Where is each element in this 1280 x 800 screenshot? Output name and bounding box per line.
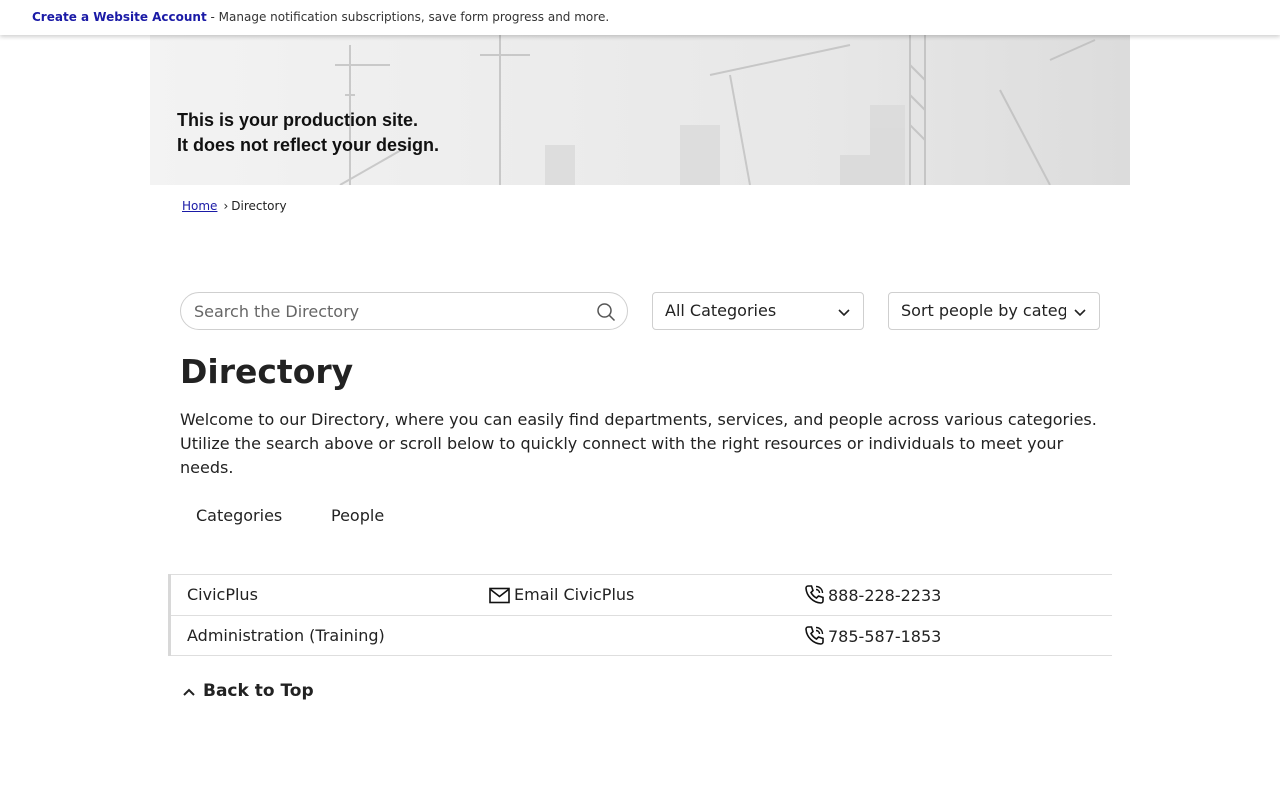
banner-line-2: It does not reflect your design. (177, 135, 440, 155)
chevron-down-icon (838, 309, 850, 317)
production-site-notice: This is your production site. It does no… (177, 108, 439, 158)
back-to-top-link[interactable]: Back to Top (182, 681, 314, 701)
email-link-label: Email CivicPlus (514, 585, 635, 604)
phone-link[interactable]: 888-228-2233 (804, 584, 941, 605)
banner-line-1: This is your production site. (177, 110, 419, 130)
breadcrumb: Home › Directory (182, 199, 287, 213)
category-select-value: All Categories (665, 301, 777, 320)
directory-row: Administration (Training) 785-587-1853 (171, 615, 1112, 656)
directory-entry-name[interactable]: Administration (Training) (187, 626, 385, 645)
chevron-down-icon (1074, 309, 1086, 317)
directory-search-box (180, 292, 628, 330)
phone-link[interactable]: 785-587-1853 (804, 625, 941, 646)
chevron-up-icon (183, 688, 195, 696)
account-bar-message: - Manage notification subscriptions, sav… (206, 10, 610, 24)
tab-categories[interactable]: Categories (196, 506, 282, 525)
phone-icon (805, 585, 824, 604)
create-account-link[interactable]: Create a Website Account (32, 10, 207, 24)
directory-listing: CivicPlus Email CivicPlus 888-228-2233 A… (168, 574, 1112, 656)
directory-row: CivicPlus Email CivicPlus 888-228-2233 (171, 574, 1112, 615)
email-link[interactable]: Email CivicPlus (489, 585, 634, 604)
directory-search-input[interactable] (181, 293, 571, 329)
sort-people-select[interactable]: Sort people by category (888, 292, 1100, 330)
phone-number: 888-228-2233 (828, 586, 942, 605)
tab-people[interactable]: People (331, 506, 384, 525)
sort-select-value: Sort people by category (901, 301, 1066, 320)
phone-icon (805, 626, 824, 645)
account-notification-bar: Create a Website Account - Manage notifi… (0, 0, 1280, 35)
breadcrumb-home-link[interactable]: Home (182, 199, 217, 213)
search-icon[interactable] (596, 302, 616, 322)
breadcrumb-separator: › (223, 199, 229, 213)
back-to-top-label: Back to Top (203, 681, 314, 701)
page-title: Directory (180, 352, 354, 391)
category-select[interactable]: All Categories (652, 292, 864, 330)
directory-entry-name[interactable]: CivicPlus (187, 585, 258, 604)
phone-number: 785-587-1853 (828, 627, 942, 646)
hero-banner: This is your production site. It does no… (150, 35, 1130, 185)
page-description: Welcome to our Directory, where you can … (180, 410, 1097, 477)
envelope-icon (489, 587, 510, 604)
breadcrumb-current: Directory (231, 199, 287, 213)
